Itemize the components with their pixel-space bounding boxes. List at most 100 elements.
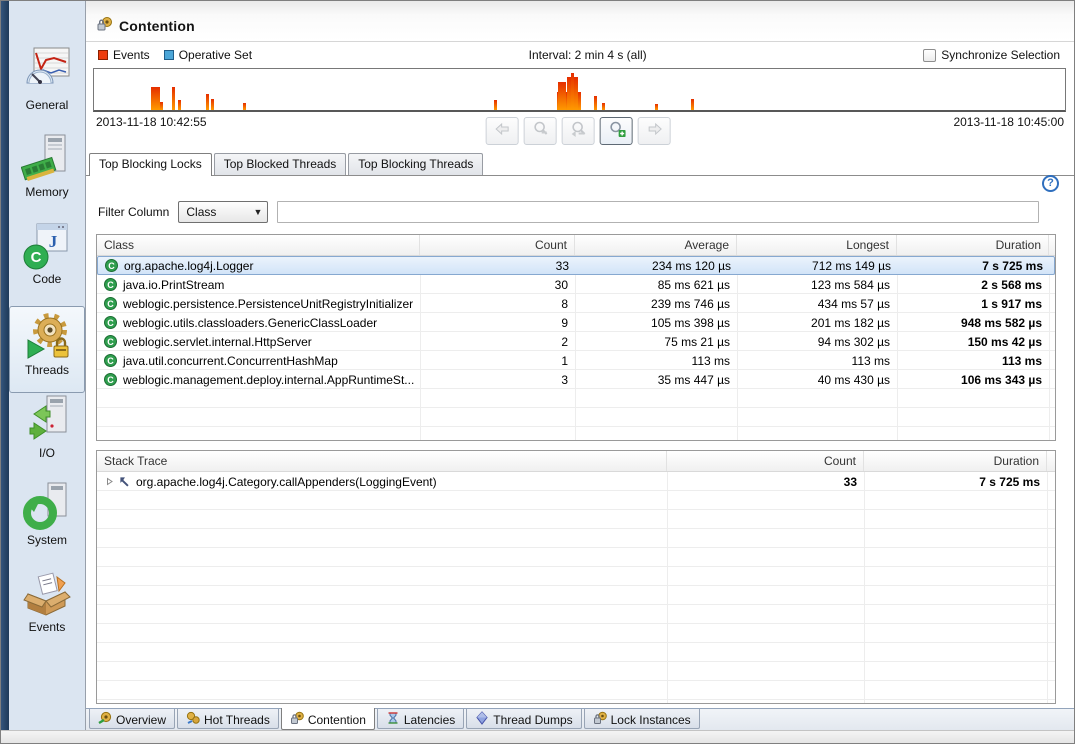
class-icon: C <box>104 373 117 386</box>
event-bar <box>178 100 181 110</box>
class-name: weblogic.persistence.PersistenceUnitRegi… <box>123 297 413 311</box>
cell-longest: 201 ms 182 µs <box>737 316 897 330</box>
filter-column-dropdown[interactable]: Class ▼ <box>178 201 268 223</box>
legend-operative-set: Operative Set <box>164 48 252 62</box>
page-tab-overview[interactable]: Overview <box>89 709 175 729</box>
tab-top-blocking-locks[interactable]: Top Blocking Locks <box>89 153 212 176</box>
events-icon <box>21 567 73 619</box>
sidebar-item-general[interactable]: General <box>9 45 85 132</box>
column-header-duration[interactable]: Duration <box>864 451 1047 471</box>
sidebar-item-label: Threads <box>25 363 69 377</box>
lock-row[interactable]: Cjava.io.PrintStream3085 ms 621 µs123 ms… <box>97 275 1055 294</box>
status-bar <box>1 730 1074 743</box>
page-tab-hot-threads[interactable]: Hot Threads <box>177 709 279 729</box>
column-header-duration[interactable]: Duration <box>897 235 1049 255</box>
column-header-count[interactable]: Count <box>667 451 864 471</box>
page-tab-label: Contention <box>308 713 366 727</box>
cell-average: 113 ms <box>575 354 737 368</box>
column-header-class[interactable]: Class <box>97 235 420 255</box>
lock-row[interactable]: Cweblogic.management.deploy.internal.App… <box>97 370 1055 389</box>
expand-arrow-icon[interactable] <box>106 477 114 486</box>
stack-frame-row[interactable]: org.apache.log4j.Category.callAppenders(… <box>97 472 1055 491</box>
cell-count: 8 <box>420 297 575 311</box>
zoom-reset-button[interactable] <box>562 117 595 145</box>
cell-longest: 40 ms 430 µs <box>737 373 897 387</box>
filter-column-value: Class <box>186 205 216 219</box>
sidebar-item-threads[interactable]: Threads <box>9 306 85 393</box>
sidebar-item-label: System <box>27 533 67 547</box>
class-icon: C <box>104 297 117 310</box>
synchronize-selection[interactable]: Synchronize Selection <box>923 48 1060 62</box>
column-separator <box>864 472 865 703</box>
event-bar <box>564 82 566 110</box>
column-header-average[interactable]: Average <box>575 235 737 255</box>
cell-longest: 113 ms <box>737 354 897 368</box>
cell-duration: 150 ms 42 µs <box>897 335 1049 349</box>
cell-longest: 94 ms 302 µs <box>737 335 897 349</box>
sidebar-item-label: General <box>26 98 69 112</box>
lock-row[interactable]: Cjava.util.concurrent.ConcurrentHashMap 1… <box>97 351 1055 370</box>
lock-row[interactable]: Cweblogic.servlet.internal.HttpServer275… <box>97 332 1055 351</box>
general-icon <box>21 45 73 97</box>
tab-top-blocking-threads[interactable]: Top Blocking Threads <box>348 153 483 175</box>
legend-swatch <box>98 50 108 60</box>
page-tab-label: Thread Dumps <box>493 713 572 727</box>
tab-top-blocked-threads[interactable]: Top Blocked Threads <box>214 153 347 175</box>
forward-button[interactable] <box>638 117 671 145</box>
back-button[interactable] <box>486 117 519 145</box>
zoom-in-button[interactable] <box>600 117 633 145</box>
help-icon[interactable]: ? <box>1042 175 1059 192</box>
svg-text:C: C <box>31 249 42 266</box>
sidebar-item-events[interactable]: Events <box>9 567 85 654</box>
cell-class: Cweblogic.persistence.PersistenceUnitReg… <box>97 297 420 311</box>
cell-class: Cjava.util.concurrent.ConcurrentHashMap <box>97 354 420 368</box>
lock-row[interactable]: Cweblogic.persistence.PersistenceUnitReg… <box>97 294 1055 313</box>
page-tab-latencies[interactable]: Latencies <box>377 709 464 729</box>
zoom-out-button[interactable] <box>524 117 557 145</box>
timeline-chart[interactable] <box>93 68 1066 112</box>
page-tab-thread-dumps[interactable]: Thread Dumps <box>466 709 581 729</box>
page-tab-lock-instances[interactable]: Lock Instances <box>584 709 700 729</box>
event-bar <box>494 100 497 110</box>
synchronize-checkbox[interactable] <box>923 49 936 62</box>
sidebar-item-system[interactable]: System <box>9 480 85 567</box>
timeline-end-time: 2013-11-18 10:45:00 <box>953 115 1064 135</box>
system-icon <box>21 480 73 532</box>
event-bar <box>160 102 163 110</box>
cell-average: 35 ms 447 µs <box>575 373 737 387</box>
legend-events: Events <box>98 48 150 62</box>
zoom-reset-icon <box>569 120 587 142</box>
sidebar-item-io[interactable]: I/O <box>9 393 85 480</box>
column-header-longest[interactable]: Longest <box>737 235 897 255</box>
column-header-stack-trace[interactable]: Stack Trace <box>97 451 667 471</box>
page-tab-label: Lock Instances <box>611 713 691 727</box>
column-header-count[interactable]: Count <box>420 235 575 255</box>
filter-text-input[interactable] <box>277 201 1039 223</box>
cell-duration: 2 s 568 ms <box>897 278 1049 292</box>
synchronize-label: Synchronize Selection <box>941 48 1060 62</box>
cell-count: 33 <box>667 475 864 489</box>
sidebar-item-memory[interactable]: Memory <box>9 132 85 219</box>
table-header: Stack TraceCountDuration <box>97 451 1055 472</box>
stack-frame-icon <box>119 476 130 487</box>
contention-lock-gear-icon <box>96 16 113 37</box>
class-icon: C <box>104 354 117 367</box>
cell-duration: 113 ms <box>897 354 1049 368</box>
class-name: java.util.concurrent.ConcurrentHashMap <box>123 354 338 368</box>
chart-toolbar: EventsOperative Set Interval: 2 min 4 s … <box>86 42 1074 68</box>
page-tab-contention[interactable]: Contention <box>281 708 375 730</box>
event-bar <box>602 103 605 110</box>
sidebar: General MemoryJCCode Threads I/O System Event… <box>1 1 86 730</box>
lock-row[interactable]: Cweblogic.utils.classloaders.GenericClas… <box>97 313 1055 332</box>
event-bar <box>594 96 597 110</box>
svg-text:J: J <box>49 232 58 251</box>
lock-row[interactable]: Corg.apache.log4j.Logger33234 ms 120 µs7… <box>97 256 1055 275</box>
cell-class: Corg.apache.log4j.Logger <box>98 259 421 273</box>
main-panel: Contention EventsOperative Set Interval:… <box>86 1 1074 730</box>
zoom-out-icon <box>531 120 549 142</box>
legend-swatch <box>164 50 174 60</box>
class-icon: C <box>104 278 117 291</box>
page-header: Contention <box>86 1 1074 42</box>
chevron-down-icon: ▼ <box>253 207 262 217</box>
sidebar-item-code[interactable]: JCCode <box>9 219 85 306</box>
